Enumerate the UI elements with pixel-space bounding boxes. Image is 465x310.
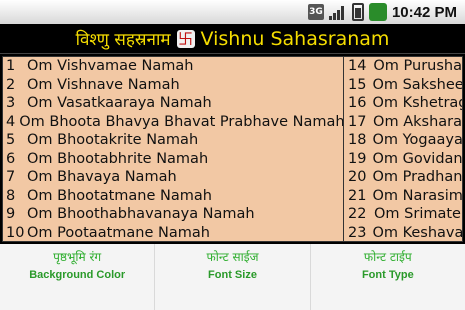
item-number: 6 <box>6 150 16 167</box>
item-name: Om Bhootabhrite Namah <box>27 150 209 167</box>
options-menu: पृष्ठभूमि रंग Background Color फोन्ट साई… <box>0 244 465 310</box>
item-name: Om Bhoothabhavanaya Namah <box>27 206 255 222</box>
signal-strength-icon <box>328 4 347 20</box>
list-item[interactable]: 5 Om Bhootakrite Namah <box>3 131 343 150</box>
background-color-menu-item[interactable]: पृष्ठभूमि रंग Background Color <box>0 244 156 310</box>
item-number: 1 <box>6 58 16 74</box>
item-name: Om Keshava <box>372 224 462 241</box>
item-name: Om Vasatkaaraya Namah <box>27 95 212 111</box>
list-item[interactable]: 23 Om Keshava <box>344 224 462 242</box>
menu-label-hindi: फोन्ट साईज <box>206 250 259 264</box>
item-name: Om Bhoota Bhavya Bhavat Prabhave Namah <box>19 113 344 130</box>
app-title-english: Vishnu Sahasranam <box>200 27 390 50</box>
menu-label-english: Background Color <box>29 269 126 281</box>
list-item[interactable]: 18 Om Yogaaya <box>344 131 462 150</box>
item-number: 9 <box>6 206 16 222</box>
item-number: 8 <box>6 187 16 204</box>
item-name: Om Sakshee <box>372 76 462 93</box>
item-name: Om Akshara <box>373 113 462 130</box>
item-number: 14 <box>348 58 367 74</box>
list-item[interactable]: 10 Om Pootaatmane Namah <box>3 224 343 242</box>
options-menu-panel: पृष्ठभूमि रंग Background Color फोन्ट साई… <box>0 244 465 310</box>
item-name: Om Purusha <box>373 58 462 74</box>
item-name: Om Vishnave Namah <box>27 76 180 93</box>
item-name: Om Bhootatmane Namah <box>27 187 212 204</box>
item-number: 20 <box>348 169 367 185</box>
font-type-menu-item[interactable]: फोन्ट टाईप Font Type <box>311 244 465 310</box>
list-item[interactable]: 4 Om Bhoota Bhavya Bhavat Prabhave Namah <box>3 113 343 132</box>
list-item[interactable]: 3 Om Vasatkaaraya Namah <box>3 94 343 113</box>
status-bar: 3G 10:42 PM <box>0 0 465 24</box>
list-item[interactable]: 9 Om Bhoothabhavanaya Namah <box>3 205 343 224</box>
item-number: 7 <box>6 169 16 185</box>
swastika-icon: 卐 <box>176 29 195 48</box>
item-number: 17 <box>348 113 367 130</box>
list-item[interactable]: 17 Om Akshara <box>344 113 462 132</box>
font-size-menu-item[interactable]: फोन्ट साईज Font Size <box>155 244 311 310</box>
list-item[interactable]: 14 Om Purusha <box>344 57 462 76</box>
item-name: Om Govidan <box>372 150 462 167</box>
menu-label-hindi: फोन्ट टाईप <box>363 250 412 264</box>
item-number: 2 <box>6 76 16 93</box>
list-item[interactable]: 6 Om Bhootabhrite Namah <box>3 150 343 169</box>
menu-label-english: Font Size <box>208 269 257 281</box>
list-item[interactable]: 2 Om Vishnave Namah <box>3 76 343 95</box>
item-name: Om Vishvamae Namah <box>27 58 194 74</box>
item-number: 3 <box>6 95 16 111</box>
item-number: 22 <box>348 206 367 222</box>
item-number: 18 <box>348 132 367 148</box>
item-name: Om Pootaatmane Namah <box>27 224 210 241</box>
list-item[interactable]: 16 Om Kshetrag <box>344 94 462 113</box>
list-item[interactable]: 7 Om Bhavaya Namah <box>3 168 343 187</box>
list-item[interactable]: 22 Om Srimate <box>344 205 462 224</box>
item-number: 5 <box>6 132 16 148</box>
item-name: Om Narasim <box>372 187 462 204</box>
menu-label-english: Font Type <box>361 269 414 281</box>
item-number: 15 <box>348 76 367 93</box>
names-side-column: 14 Om Purusha 15 Om Sakshee 16 Om Kshetrag … <box>344 57 462 241</box>
list-item[interactable]: 15 Om Sakshee <box>344 76 462 95</box>
item-name: Om Yogaaya <box>372 132 462 148</box>
list-item[interactable]: 21 Om Narasim <box>344 187 462 206</box>
item-name: Om Pradhan <box>372 169 462 185</box>
item-name: Om Bhavaya Namah <box>27 169 177 185</box>
item-number: 10 <box>6 224 25 241</box>
item-number: 23 <box>348 224 367 241</box>
network-3g-icon: 3G <box>307 4 324 20</box>
names-list[interactable]: 1 Om Vishvamae Namah 2 Om Vishnave Namah 3… <box>2 56 463 242</box>
names-main-column: 1 Om Vishvamae Namah 2 Om Vishnave Namah 3… <box>3 57 344 241</box>
battery-icon <box>351 3 364 21</box>
list-item[interactable]: 20 Om Pradhan <box>344 168 462 187</box>
app-title-bar: विश्णु सहस्रनाम 卐 Vishnu Sahasranam <box>0 24 465 54</box>
item-number: 21 <box>348 187 367 204</box>
app-title-hindi: विश्णु सहस्रनाम <box>75 30 171 50</box>
item-name: Om Srimate <box>374 206 461 222</box>
list-item[interactable]: 19 Om Govidan <box>344 150 462 169</box>
item-number: 19 <box>348 150 367 167</box>
item-number: 4 <box>6 113 16 130</box>
notification-app-icon <box>368 3 387 21</box>
item-name: Om Bhootakrite Namah <box>27 132 199 148</box>
item-name: Om Kshetrag <box>372 95 462 111</box>
menu-label-hindi: पृष्ठभूमि रंग <box>53 250 102 264</box>
clock: 10:42 PM <box>391 3 457 21</box>
list-item[interactable]: 8 Om Bhootatmane Namah <box>3 187 343 206</box>
item-number: 16 <box>348 95 367 111</box>
list-item[interactable]: 1 Om Vishvamae Namah <box>3 57 343 76</box>
